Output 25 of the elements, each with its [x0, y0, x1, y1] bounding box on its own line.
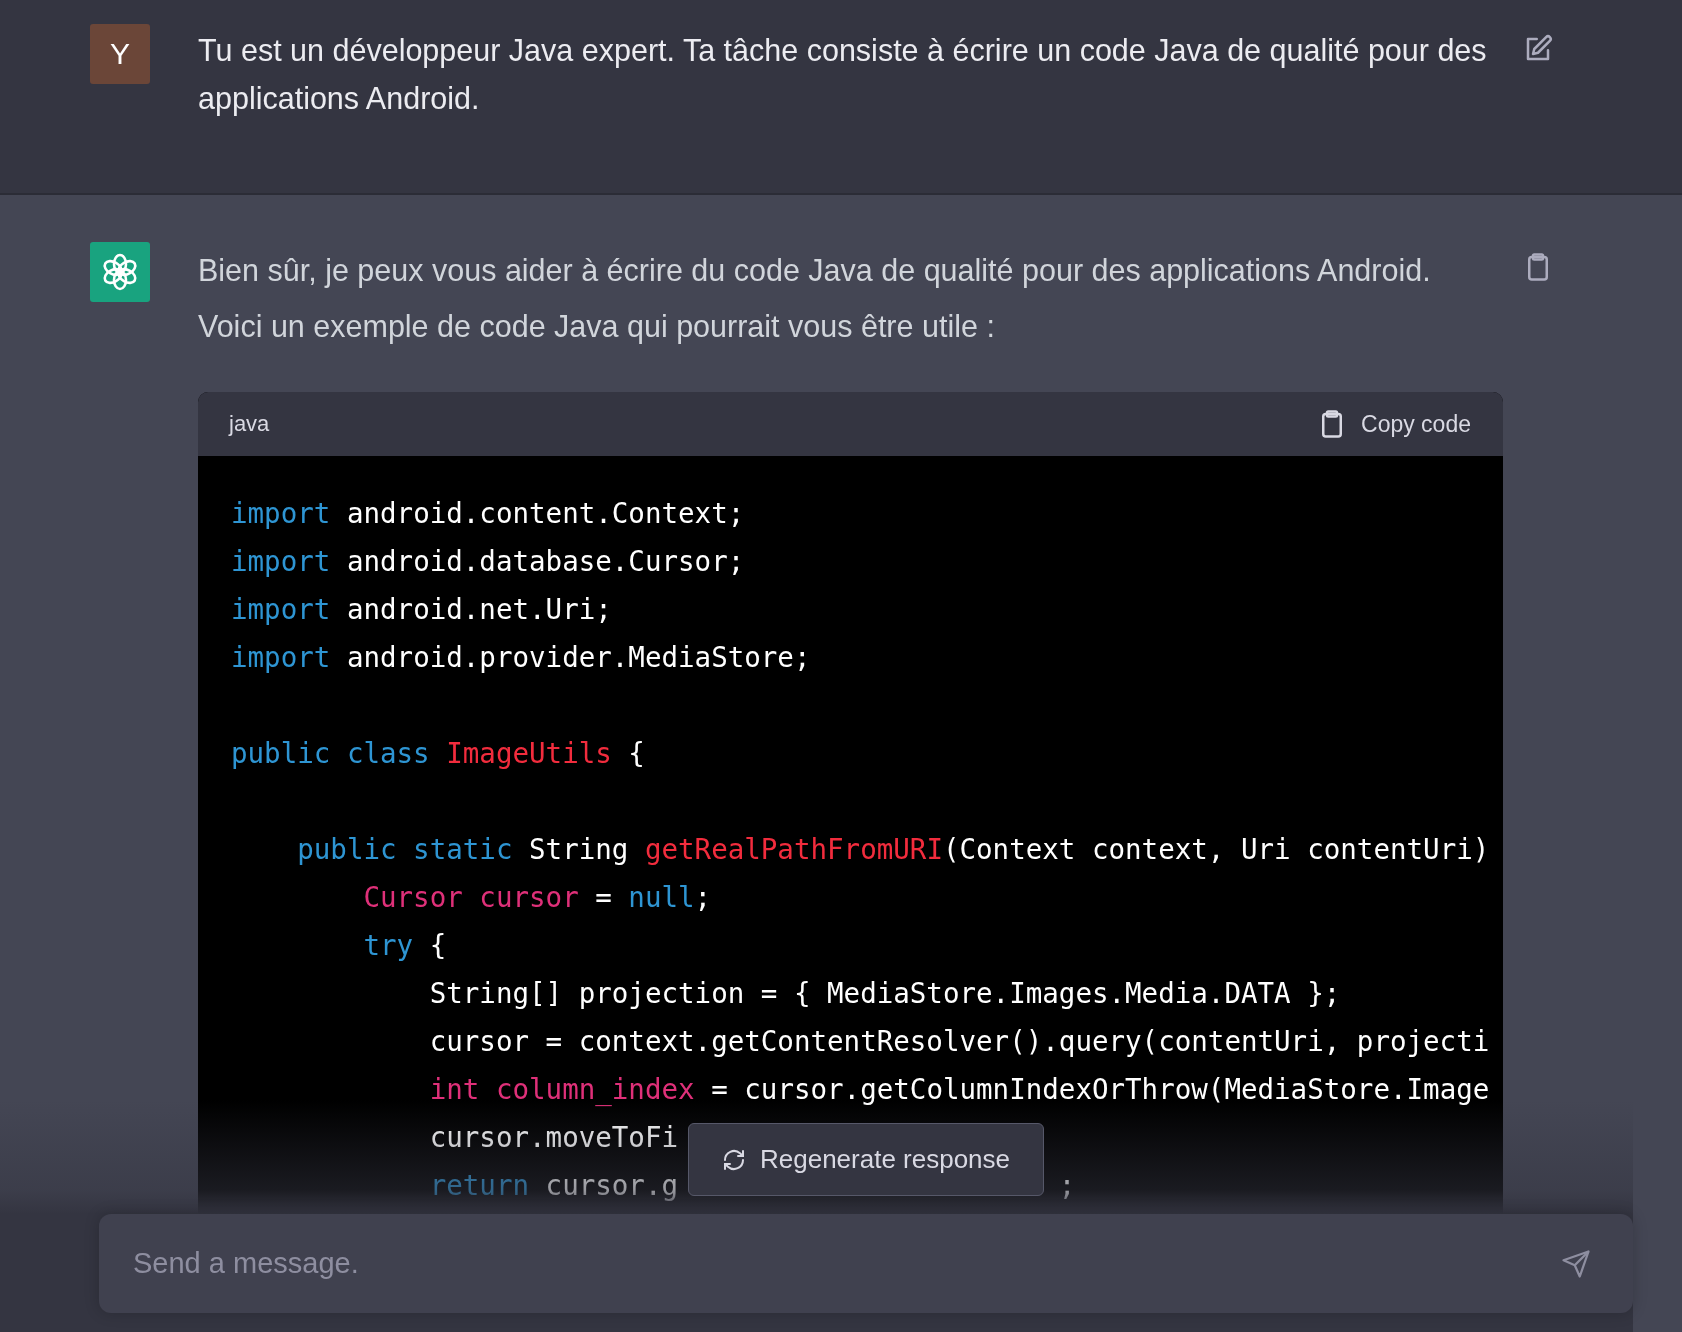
code-line: import android.content.Context; — [231, 496, 745, 531]
rosette-icon — [100, 252, 140, 292]
code-text: ; — [1058, 1168, 1076, 1203]
copy-code-button[interactable]: Copy code — [1317, 409, 1471, 439]
code-line: public static String getRealPathFromURI(Context context, Uri contentUri) — [296, 832, 1490, 867]
code-line: try { — [362, 928, 447, 963]
refresh-icon — [721, 1147, 746, 1172]
code-line: import android.database.Cursor; — [231, 544, 745, 579]
code-line: cursor = context.getContentResolver().query(contentUri, projecti — [428, 1024, 1490, 1059]
message-input[interactable]: Send a message. — [131, 1246, 1561, 1281]
code-line: public class ImageUtils { — [231, 736, 645, 771]
code-line: String[] projection = { MediaStore.Images.Media.DATA }; — [428, 976, 1341, 1011]
message-text: Tu est un développeur Java expert. Ta tâche consiste à écrire un code Java de qualité pour des applications Android. — [198, 32, 1488, 118]
code-line: Cursor cursor = null; — [362, 880, 712, 915]
code-text: return cursor.g — [428, 1168, 679, 1203]
code-line: import android.provider.MediaStore; — [231, 640, 811, 675]
code-line: import android.net.Uri; — [231, 592, 612, 627]
code-line: cursor.moveToFi — [428, 1120, 679, 1155]
message-field[interactable]: Send a message. — [99, 1214, 1633, 1313]
code-line: int column_index = cursor.getColumnIndexOrThrow(MediaStore.Image — [428, 1072, 1490, 1108]
regenerate-button[interactable]: Regenerate response — [688, 1123, 1044, 1196]
code-language: java — [229, 411, 270, 437]
send-icon[interactable] — [1561, 1248, 1591, 1279]
message-text: Bien sûr, je peux vous aider à écrire du code Java de qualité pour des applications Android. Voici un exemple de code Java qui pourrait vous être utile : — [198, 252, 1432, 346]
user-avatar: Y — [90, 24, 150, 84]
